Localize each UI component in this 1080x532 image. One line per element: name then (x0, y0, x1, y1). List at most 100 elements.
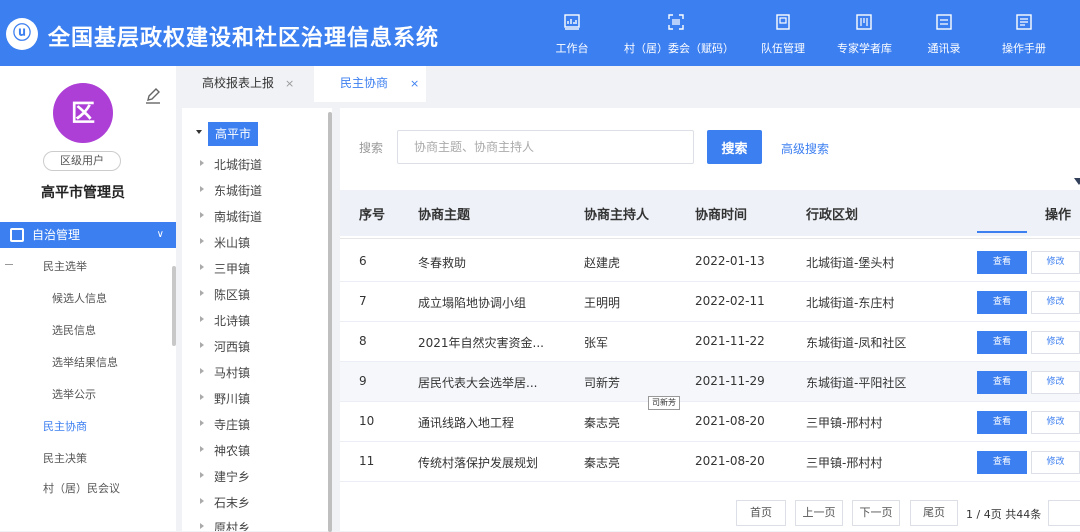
menu-democratic-decision[interactable]: 民主决策 (43, 450, 87, 466)
tree-node[interactable]: 神农镇 (200, 442, 250, 459)
cell-region: 北城街道-东庄村 (806, 296, 895, 310)
user-name: 高平市管理员 (41, 185, 125, 201)
table-row: 8 2021年自然灾害资金... 张军 2021-11-22 东城街道-凤和社区… (340, 322, 1080, 362)
tree-node[interactable]: 建宁乡 (200, 468, 250, 485)
nav-expert-library[interactable]: 专家学者库 (837, 14, 892, 60)
menu-residents-meeting[interactable]: 村（居）民会议 (43, 480, 120, 496)
caret-right-icon (200, 238, 204, 244)
tree-node[interactable]: 北诗镇 (200, 312, 250, 329)
menu-election-results[interactable]: 选举结果信息 (52, 354, 118, 370)
nav-team-management[interactable]: 队伍管理 (760, 14, 806, 60)
nav-manual[interactable]: 操作手册 (1000, 14, 1048, 60)
edit-button[interactable]: 修改 (1031, 251, 1080, 274)
caret-right-icon (200, 446, 204, 452)
tree-node[interactable]: 马村镇 (200, 364, 250, 381)
menu-candidate-info[interactable]: 候选人信息 (52, 290, 107, 306)
close-icon[interactable]: × (285, 77, 294, 90)
cell-date: 2021-11-22 (695, 334, 765, 348)
cell-date: 2021-08-20 (695, 414, 765, 428)
caret-right-icon (200, 472, 204, 478)
menu-section-icon (10, 228, 24, 242)
caret-right-icon (200, 264, 204, 270)
prev-page-button[interactable]: 上一页 (795, 500, 843, 526)
menu-democratic-election[interactable]: 民主选举 (43, 258, 87, 274)
view-button[interactable]: 查看 (977, 331, 1027, 354)
view-button[interactable]: 查看 (977, 371, 1027, 394)
view-button[interactable]: 查看 (977, 291, 1027, 314)
table-row: 10 通讯线路入地工程 秦志亮 2021-08-20 三甲镇-邢村村 查看 修改 (340, 402, 1080, 442)
tree-node[interactable]: 石末乡 (200, 494, 250, 511)
nav-contacts[interactable]: 通讯录 (926, 14, 962, 60)
tree-node[interactable]: 原村乡 (200, 519, 250, 531)
caret-right-icon (200, 186, 204, 192)
menu-election-publicity[interactable]: 选举公示 (52, 386, 96, 402)
header-topic: 协商主题 (418, 208, 471, 223)
tree-scrollbar[interactable] (328, 112, 332, 532)
nav-label: 工作台 (555, 42, 589, 55)
tree-node[interactable]: 米山镇 (200, 234, 250, 251)
last-page-button[interactable]: 尾页 (910, 500, 958, 526)
tree-node[interactable]: 北城街道 (200, 156, 262, 173)
tree-node[interactable]: 寺庄镇 (200, 416, 250, 433)
cell-no: 9 (359, 374, 367, 388)
nav-label: 通讯录 (927, 42, 961, 55)
cell-region: 三甲镇-邢村村 (806, 456, 883, 470)
menu-democratic-consultation[interactable]: 民主协商 (43, 418, 87, 434)
search-label: 搜索 (359, 141, 384, 155)
tree-node[interactable]: 三甲镇 (200, 260, 250, 277)
edit-button[interactable]: 修改 (1031, 451, 1080, 474)
cell-region: 东城街道-平阳社区 (806, 376, 907, 390)
cell-topic: 成立塌陷地协调小组 (418, 296, 527, 310)
header-date: 协商时间 (695, 208, 748, 223)
edit-button[interactable]: 修改 (1031, 411, 1080, 434)
nav-label: 队伍管理 (761, 42, 805, 55)
tab-label: 高校报表上报 (202, 76, 275, 90)
edit-button[interactable]: 修改 (1031, 331, 1080, 354)
cell-host: 秦志亮 (584, 416, 621, 430)
top-header: ⓤ 全国基层政权建设和社区治理信息系统 工作台 村（居）委会（赋码） 队伍管理 … (0, 0, 1080, 66)
sidebar: 区 区级用户 高平市管理员 自治管理 ∨ 民主选举 候选人信息 选民信息 选举结… (0, 66, 176, 531)
tree-root[interactable]: 高平市 (208, 122, 258, 146)
edit-icon[interactable] (143, 86, 163, 106)
nav-label: 村（居）委会（赋码） (624, 42, 734, 55)
tree-node[interactable]: 南城街道 (200, 208, 262, 225)
caret-right-icon (200, 368, 204, 374)
cell-host: 秦志亮 (584, 456, 621, 470)
menu-autonomy-management[interactable]: 自治管理 ∨ (0, 222, 176, 248)
next-page-button[interactable]: 下一页 (852, 500, 900, 526)
page-jump-input[interactable] (1048, 500, 1080, 526)
page-info: 1 / 4页 共44条 (966, 508, 1042, 521)
search-input[interactable] (397, 130, 694, 164)
edit-button[interactable]: 修改 (1031, 371, 1080, 394)
region-tree: 高平市 北城街道 东城街道 南城街道 米山镇 三甲镇 陈区镇 北诗镇 河西镇 马… (182, 108, 332, 531)
cell-region: 北城街道-堡头村 (806, 256, 895, 270)
app-logo: ⓤ (6, 18, 38, 50)
first-page-button[interactable]: 首页 (736, 500, 786, 526)
caret-down-icon[interactable] (196, 130, 202, 134)
nav-workbench[interactable]: 工作台 (555, 14, 589, 60)
tree-node[interactable]: 陈区镇 (200, 286, 250, 303)
tree-node[interactable]: 野川镇 (200, 390, 250, 407)
cell-topic: 冬春救助 (418, 256, 467, 270)
tree-node[interactable]: 东城街道 (200, 182, 262, 199)
view-button[interactable]: 查看 (977, 411, 1027, 434)
table-row: 11 传统村落保护发展规划 秦志亮 2021-08-20 三甲镇-邢村村 查看 … (340, 442, 1080, 482)
header-no: 序号 (359, 208, 386, 223)
sidebar-scrollbar[interactable] (172, 266, 176, 346)
advanced-search-link[interactable]: 高级搜索 (781, 140, 829, 157)
tree-node[interactable]: 河西镇 (200, 338, 250, 355)
cell-host: 司新芳 (584, 376, 621, 390)
caret-right-icon (200, 420, 204, 426)
edit-button[interactable]: 修改 (1031, 291, 1080, 314)
view-button[interactable]: 查看 (977, 251, 1027, 274)
header-host: 协商主持人 (584, 208, 650, 223)
search-button[interactable]: 搜索 (707, 130, 762, 164)
cell-host: 王明明 (584, 296, 621, 310)
menu-section-label: 自治管理 (32, 228, 81, 242)
menu-voter-info[interactable]: 选民信息 (52, 322, 96, 338)
close-icon[interactable]: × (410, 77, 419, 90)
view-button[interactable]: 查看 (977, 451, 1027, 474)
cell-topic: 2021年自然灾害资金... (418, 336, 544, 350)
nav-village-committee[interactable]: 村（居）委会（赋码） (624, 14, 734, 60)
main-panel: 搜索 搜索 高级搜索 序号 协商主题 协商主持人 协商时间 行政区划 操作 6 … (340, 108, 1080, 531)
